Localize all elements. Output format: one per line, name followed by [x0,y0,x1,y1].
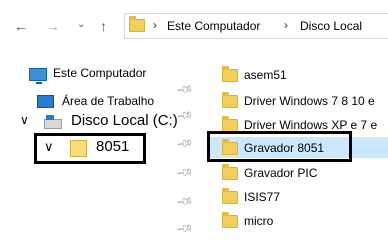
folder-icon [222,212,238,228]
breadcrumb-disco-local[interactable]: Disco Local [300,19,362,33]
folder-icon [222,188,238,204]
folder-icon [129,16,145,32]
pin-icon[interactable]: 📌︎ [176,80,195,99]
file-name: Gravador PIC [244,166,318,180]
chevron-down-icon[interactable]: ∨ [44,139,54,155]
up-button[interactable]: ↑ [100,18,107,34]
breadcrumb-separator: › [284,18,288,32]
desktop-icon [37,95,54,108]
pin-icon[interactable]: 📌︎ [176,192,195,211]
breadcrumb-separator: › [153,18,157,32]
file-name: asem51 [244,68,287,82]
file-name: Driver Windows 7 8 10 e [244,94,375,108]
file-name: Driver Windows XP e 7 e [244,118,378,132]
file-name: Gravador 8051 [244,141,325,155]
forward-button[interactable]: → [46,18,60,34]
chevron-down-icon[interactable]: ∨ [20,113,29,127]
file-name: micro [244,214,274,228]
back-button[interactable]: ← [14,18,28,34]
folder-icon [222,92,238,108]
folder-icon [222,139,238,155]
drive-icon [44,115,62,129]
folder-icon [222,164,238,180]
pin-icon[interactable]: 📌︎ [176,163,195,182]
file-name: ISIS77 [244,190,281,204]
breadcrumb-este-computador[interactable]: Este Computador [167,19,260,33]
tree-item-label: Disco Local (C:) [71,112,178,129]
recent-locations-button[interactable]: ⌄ [77,17,85,33]
folder-icon [70,140,87,157]
tree-item-label: Este Computador [53,66,147,80]
computer-icon [29,68,47,84]
tree-item-label: Área de Trabalho [62,94,155,108]
tree-item-label: 8051 [96,138,130,155]
pin-icon[interactable]: 📌︎ [176,134,195,153]
pin-icon[interactable]: 📌︎ [176,219,195,238]
pin-icon[interactable]: 📌︎ [176,106,195,125]
folder-icon [222,66,238,82]
address-bar[interactable]: › Este Computador › Disco Local [124,13,388,39]
